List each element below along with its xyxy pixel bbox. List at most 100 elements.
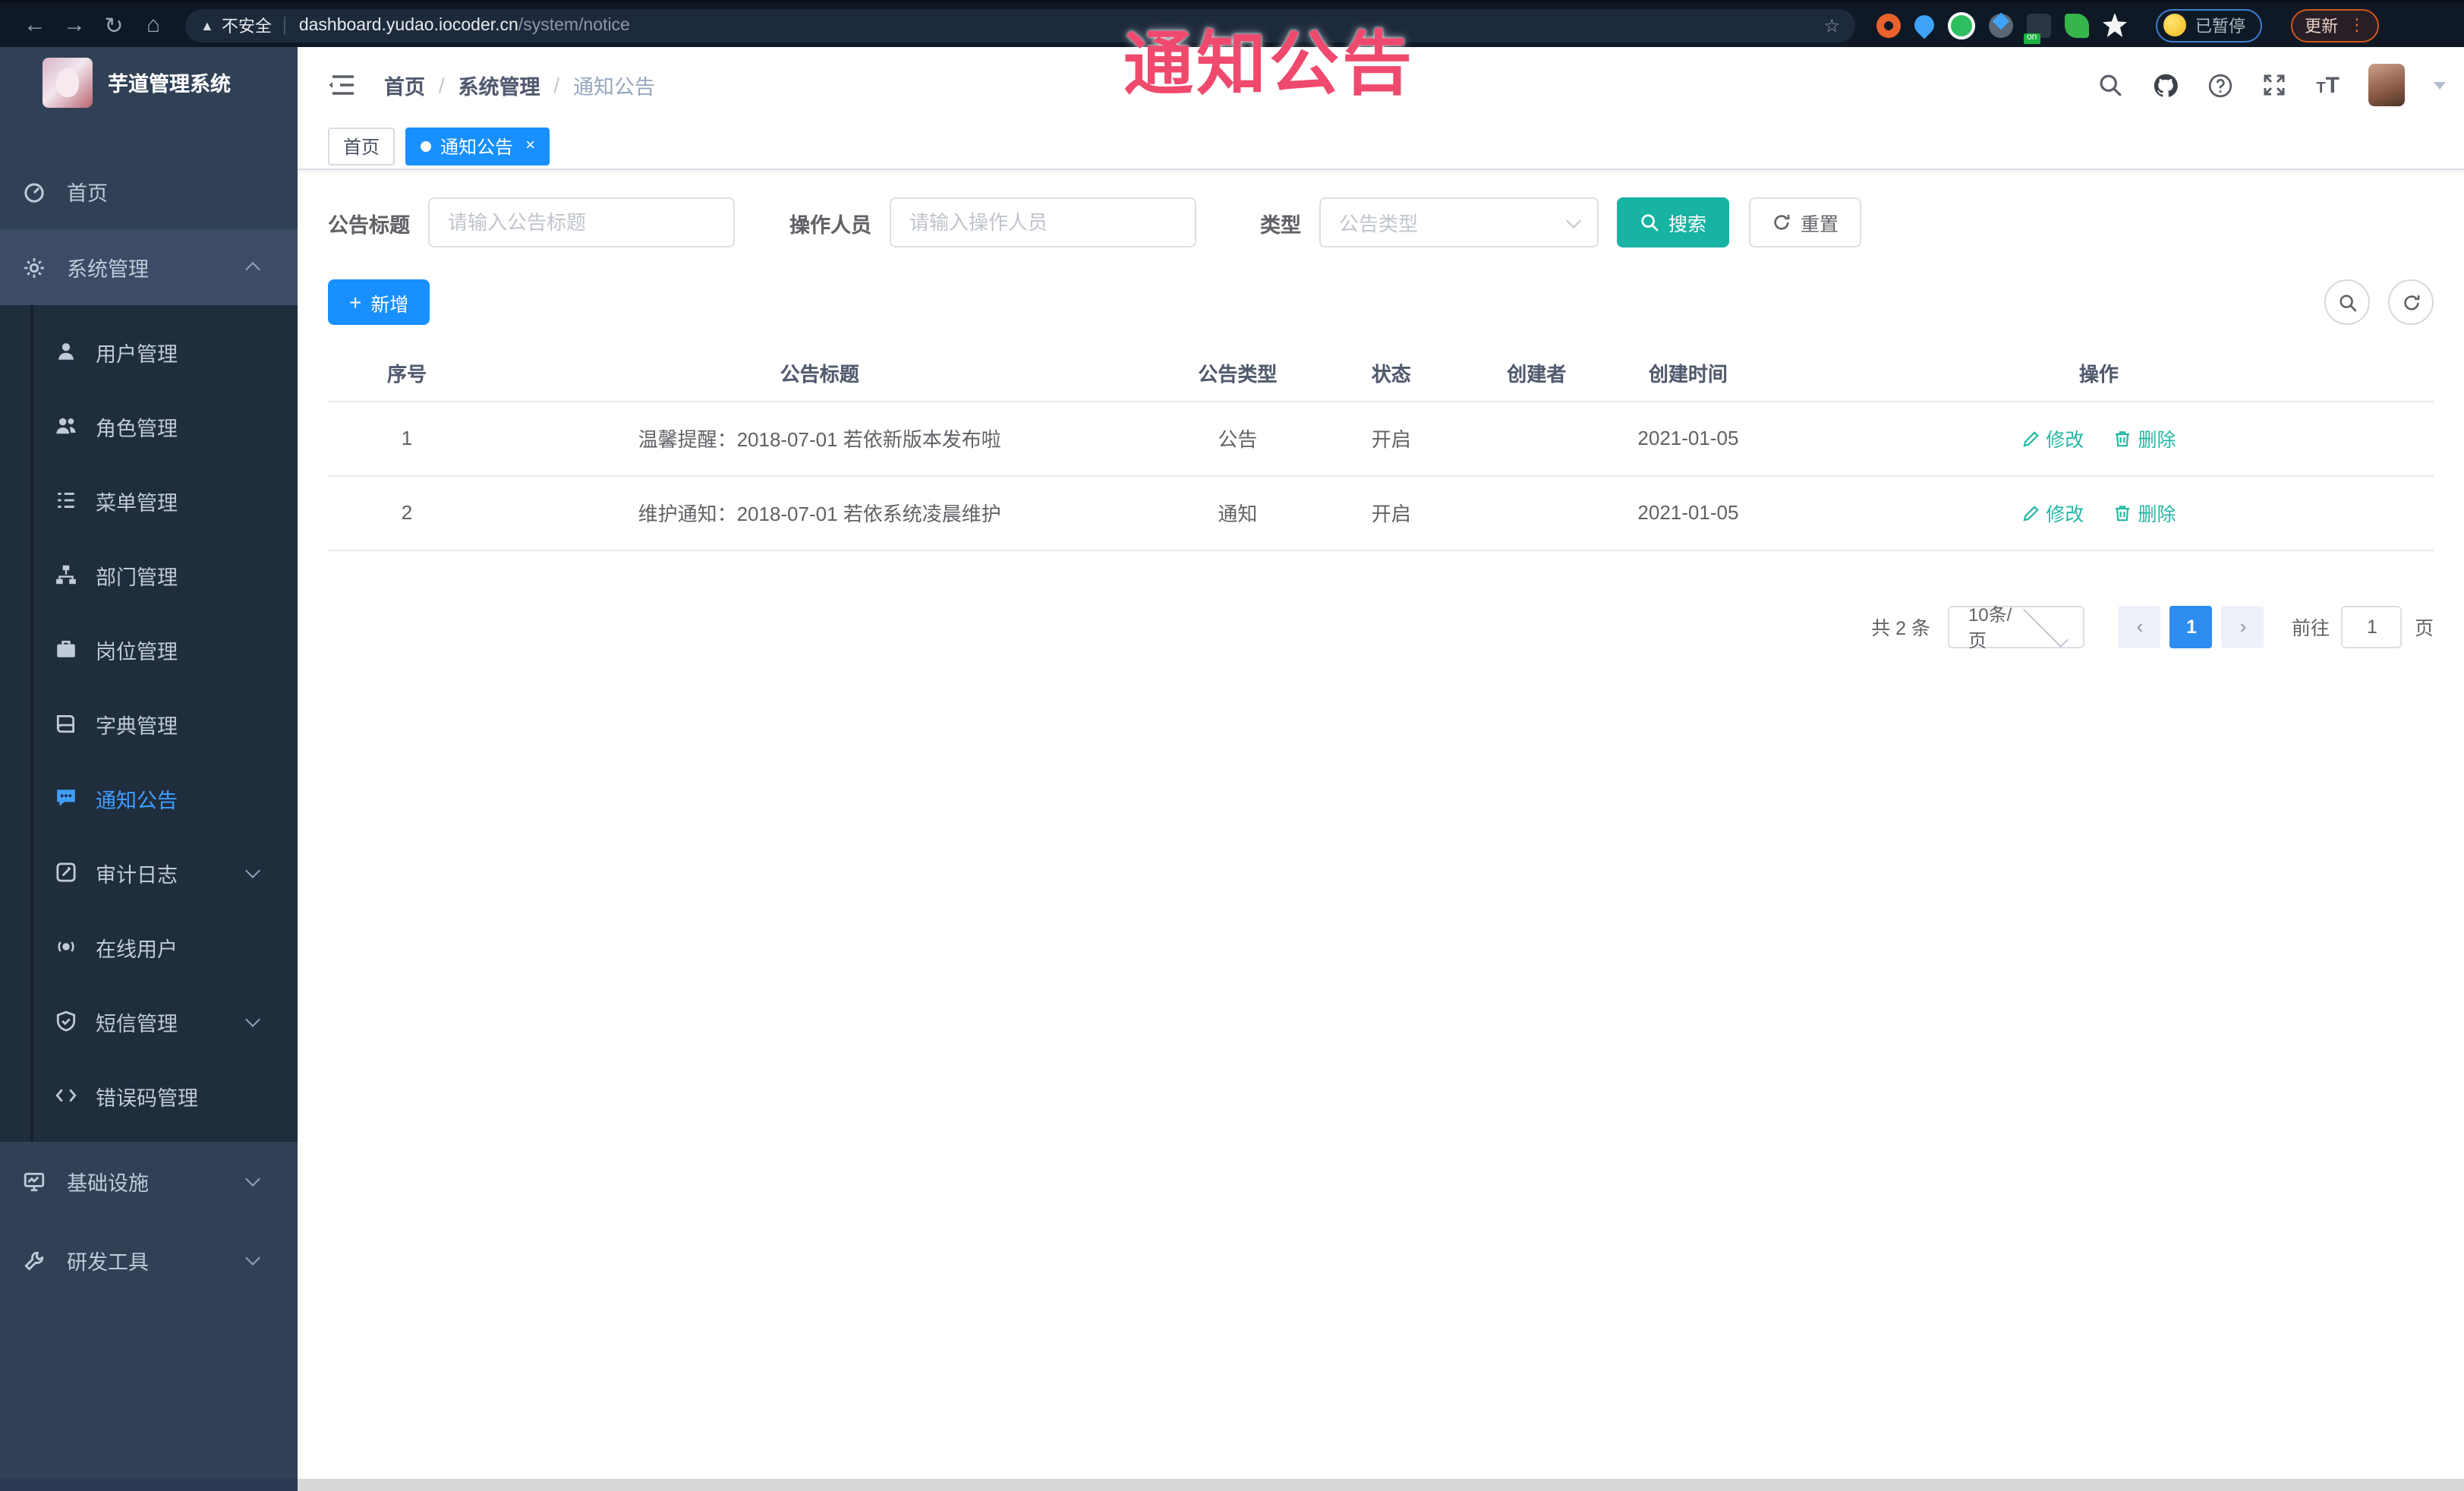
breadcrumb: 首页 / 系统管理 / 通知公告: [384, 70, 655, 100]
show-search-toggle-button[interactable]: [2324, 279, 2370, 325]
sidebar-item-department-management[interactable]: 部门管理: [0, 537, 298, 612]
user-avatar[interactable]: [2368, 64, 2405, 106]
fullscreen-icon[interactable]: [2261, 72, 2287, 98]
notice-type-select[interactable]: 公告类型: [1319, 197, 1599, 247]
help-icon[interactable]: [2207, 72, 2232, 98]
tab-label: 通知公告: [440, 136, 514, 157]
github-icon[interactable]: [2152, 72, 2178, 98]
breadcrumb-system[interactable]: 系统管理: [458, 70, 540, 100]
reset-button[interactable]: 重置: [1749, 197, 1862, 247]
delete-link[interactable]: 删除: [2114, 498, 2176, 527]
sidebar-item-label: 系统管理: [67, 258, 149, 281]
sidebar-item-menu-management[interactable]: 菜单管理: [0, 463, 298, 537]
sidebar-item-system-management[interactable]: 系统管理: [0, 229, 298, 305]
sidebar-item-label: 研发工具: [67, 1251, 149, 1274]
sidebar-item-audit-log[interactable]: 审计日志: [0, 835, 298, 909]
not-secure-label[interactable]: 不安全: [222, 13, 272, 37]
browser-home-icon[interactable]: ⌂: [134, 5, 173, 45]
sidebar-item-notice-announcement[interactable]: 通知公告: [0, 761, 298, 835]
edit-link[interactable]: 修改: [2021, 424, 2084, 452]
col-header-created: 创建时间: [1612, 346, 1764, 402]
next-page-button[interactable]: ›: [2221, 605, 2264, 648]
chevron-down-icon: [1566, 213, 1581, 228]
operator-input[interactable]: [890, 197, 1196, 247]
sidebar-item-role-management[interactable]: 角色管理: [0, 389, 298, 463]
sidebar-item-dict-management[interactable]: 字典管理: [0, 686, 298, 761]
pagination: 共 2 条 10条/页 ‹ 1 › 前往 页: [328, 601, 2434, 651]
paused-label: 已暂停: [2195, 17, 2245, 36]
edit-link[interactable]: 修改: [2021, 498, 2084, 527]
browser-back-icon[interactable]: ←: [15, 5, 55, 45]
window-bottom-edge: [0, 1479, 2464, 1491]
sidebar-item-sms-management[interactable]: 短信管理: [0, 984, 298, 1058]
col-header-title: 公告标题: [486, 346, 1154, 402]
page-size-select[interactable]: 10条/页: [1948, 601, 2085, 651]
goto-page-input[interactable]: [2341, 605, 2403, 648]
notice-title-input[interactable]: [428, 197, 735, 247]
cell-title: 维护通知：2018-07-01 若依系统凌晨维护: [486, 475, 1154, 550]
tab-close-icon[interactable]: ×: [525, 137, 535, 155]
sidebar-item-online-users[interactable]: 在线用户: [0, 909, 298, 984]
bookmark-star-icon[interactable]: ☆: [1823, 14, 1840, 36]
leaf-extension-icon[interactable]: [2065, 13, 2089, 37]
shield-icon: [56, 1010, 76, 1032]
select-placeholder: 公告类型: [1339, 213, 1419, 235]
blue-diamond-extension-icon[interactable]: [1989, 13, 2013, 37]
search-form: 公告标题 操作人员 类型 公告类型 搜索 重置: [328, 197, 2434, 247]
breadcrumb-home[interactable]: 首页: [384, 70, 425, 100]
cell-created: 2021-01-05: [1612, 401, 1764, 476]
sidebar-item-label: 错误码管理: [96, 1086, 198, 1109]
col-header-no: 序号: [328, 346, 487, 402]
sidebar-item-label: 审计日志: [96, 863, 178, 886]
tag-tabs-bar: 首页 通知公告 ×: [298, 123, 2464, 170]
pencil-icon: [2022, 505, 2038, 521]
database-extension-icon[interactable]: on: [2024, 13, 2051, 43]
plus-icon: +: [349, 290, 362, 314]
browser-toolbar: ← → ↻ ⌂ ▲ 不安全 dashboard.yudao.iocoder.cn…: [0, 0, 2464, 47]
window-bottom-edge-sidebar: [0, 1479, 298, 1491]
sidebar-item-label: 通知公告: [96, 789, 178, 812]
prev-page-button[interactable]: ‹: [2118, 605, 2161, 648]
sidebar-item-user-management[interactable]: 用户管理: [0, 314, 298, 389]
delete-link[interactable]: 删除: [2114, 424, 2176, 452]
user-menu-caret-icon[interactable]: [2434, 81, 2446, 89]
search-button[interactable]: 搜索: [1617, 197, 1730, 247]
orange-donut-extension-icon[interactable]: [1876, 13, 1901, 37]
edit-label: 修改: [2046, 430, 2084, 451]
sidebar-item-post-management[interactable]: 岗位管理: [0, 612, 298, 686]
cell-status: 开启: [1322, 401, 1461, 476]
cell-no: 1: [328, 401, 487, 476]
tab-notice-announcement[interactable]: 通知公告 ×: [405, 127, 550, 165]
type-label: 类型: [1260, 213, 1301, 236]
profile-paused-pill[interactable]: 已暂停: [2156, 8, 2262, 42]
green-circle-extension-icon[interactable]: [1948, 11, 1975, 39]
browser-extensions: on 已暂停 更新 ⋮: [1876, 8, 2379, 43]
sidebar-item-home[interactable]: 首页: [0, 153, 298, 229]
sidebar-item-label: 在线用户: [96, 938, 178, 960]
table-row: 2 维护通知：2018-07-01 若依系统凌晨维护 通知 开启 2021-01…: [328, 475, 2434, 550]
page-1-button[interactable]: 1: [2169, 605, 2213, 648]
sidebar-item-infrastructure[interactable]: 基础设施: [0, 1142, 298, 1221]
sidebar-item-dev-tools[interactable]: 研发工具: [0, 1221, 298, 1300]
browser-forward-icon[interactable]: →: [55, 5, 94, 45]
font-size-icon[interactable]: TT: [2316, 74, 2340, 96]
breadcrumb-separator: /: [439, 74, 445, 96]
sidebar-collapse-icon[interactable]: [328, 70, 358, 100]
search-icon: [2339, 294, 2356, 311]
org-tree-icon: [56, 565, 76, 585]
refresh-table-button[interactable]: [2388, 279, 2434, 325]
search-icon: [1641, 214, 1659, 232]
search-icon[interactable]: [2097, 72, 2123, 98]
blue-pin-extension-icon[interactable]: [1910, 11, 1939, 39]
browser-reload-icon[interactable]: ↻: [94, 5, 134, 45]
url-path: /system/notice: [518, 16, 630, 34]
browser-menu-dots-icon[interactable]: ⋮: [2349, 15, 2365, 35]
page-content: 公告标题 操作人员 类型 公告类型 搜索 重置: [298, 170, 2464, 1491]
sidebar-item-error-code-management[interactable]: 错误码管理: [0, 1058, 298, 1133]
table-header-row: 序号 公告标题 公告类型 状态 创建者 创建时间 操作: [328, 346, 2434, 402]
browser-update-button[interactable]: 更新 ⋮: [2291, 8, 2379, 42]
add-button[interactable]: + 新增: [328, 279, 430, 325]
address-bar[interactable]: ▲ 不安全 dashboard.yudao.iocoder.cn /system…: [185, 8, 1855, 42]
star-extension-icon[interactable]: [2103, 13, 2127, 37]
tab-home[interactable]: 首页: [328, 127, 395, 165]
